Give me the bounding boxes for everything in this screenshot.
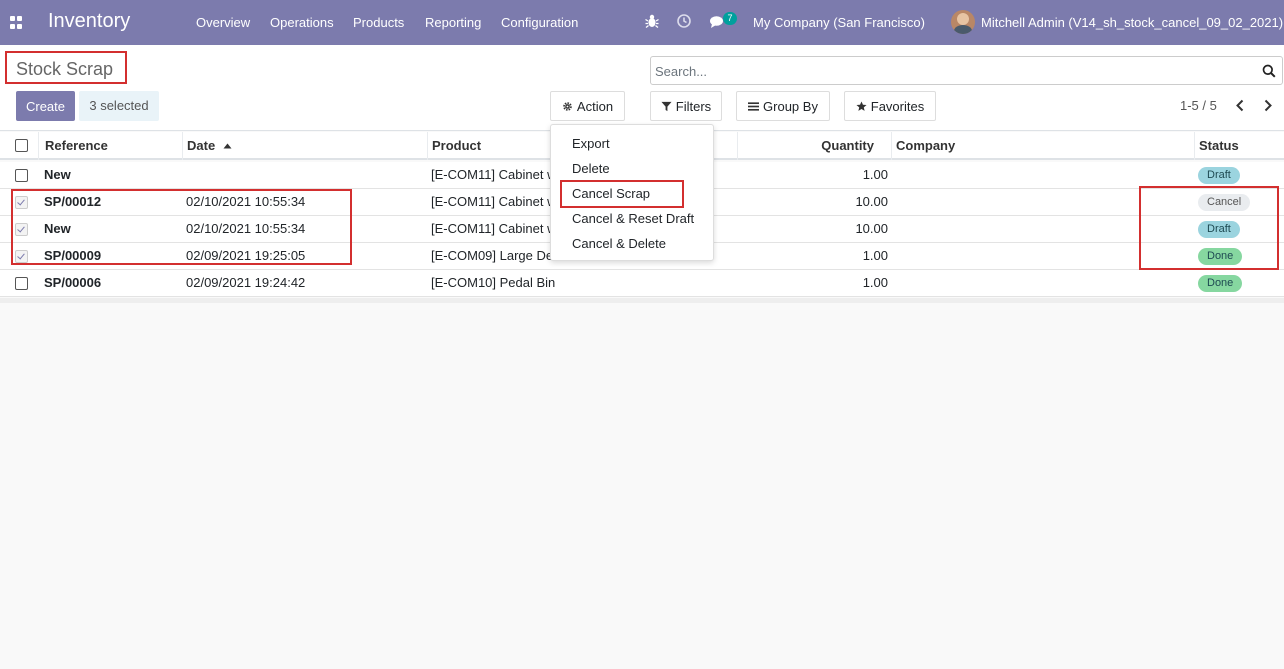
- cell-company: My Company (San Francisco): [895, 167, 1067, 182]
- filters-label: Filters: [675, 98, 712, 114]
- user-menu[interactable]: Mitchell Admin (V14_sh_stock_cancel_09_0…: [981, 15, 1283, 30]
- menu-products[interactable]: Products: [353, 15, 404, 30]
- table-row[interactable]: SP/00006 02/09/2021 19:24:42 [E-COM10] P…: [0, 270, 1284, 297]
- clock-icon[interactable]: [676, 13, 692, 29]
- column-divider: [427, 132, 428, 160]
- selected-count: 3 selected: [79, 91, 159, 121]
- table-footer-strip: [0, 298, 1284, 303]
- menu-operations[interactable]: Operations: [270, 15, 334, 30]
- status-badge: Draft: [1198, 167, 1240, 184]
- column-company[interactable]: Company: [896, 132, 955, 160]
- cell-company: My Company (San Francisco): [895, 221, 1067, 236]
- column-divider: [1194, 132, 1195, 160]
- create-button[interactable]: Create: [16, 91, 75, 121]
- cell-company: My Company (San Francisco): [895, 275, 1067, 290]
- search-input[interactable]: [655, 62, 1245, 80]
- apps-menu-icon[interactable]: [10, 16, 23, 29]
- column-quantity[interactable]: Quantity: [740, 132, 874, 160]
- column-product[interactable]: Product: [432, 132, 481, 160]
- star-icon: [856, 100, 867, 111]
- cell-quantity: 10.00: [855, 194, 888, 209]
- cell-quantity: 10.00: [855, 221, 888, 236]
- chevron-right-icon[interactable]: [1262, 99, 1274, 112]
- cell-product: [E-COM10] Pedal Bin: [431, 275, 556, 290]
- menu-item-cancel-delete[interactable]: Cancel & Delete: [572, 236, 666, 251]
- menu-item-cancel-reset-draft[interactable]: Cancel & Reset Draft: [572, 211, 694, 226]
- column-divider: [891, 132, 892, 160]
- action-button[interactable]: Action: [550, 91, 625, 121]
- chevron-left-icon[interactable]: [1234, 99, 1246, 112]
- menu-item-delete[interactable]: Delete: [572, 161, 610, 176]
- status-highlight-box: [1139, 186, 1279, 270]
- select-all-checkbox[interactable]: [15, 139, 28, 152]
- action-dropdown-menu: Export Delete Cancel Scrap Cancel & Rese…: [550, 124, 714, 261]
- cell-company: My Company (San Francisco): [895, 194, 1067, 209]
- column-date-label: Date: [187, 138, 216, 153]
- search-icon[interactable]: [1262, 64, 1276, 78]
- cell-quantity: 1.00: [862, 167, 888, 182]
- selected-rows-highlight-box: [11, 189, 352, 265]
- filter-icon: [661, 101, 672, 111]
- control-panel: Stock Scrap Create 3 selected Action Fil…: [0, 45, 1284, 131]
- favorites-label: Favorites: [870, 98, 925, 114]
- bars-icon: [748, 101, 760, 111]
- company-switcher[interactable]: My Company (San Francisco): [753, 15, 925, 30]
- pager-value[interactable]: 1-5 / 5: [1180, 98, 1217, 113]
- chat-count-badge: 7: [723, 12, 737, 25]
- menu-overview[interactable]: Overview: [196, 15, 250, 30]
- page-title: Stock Scrap: [16, 59, 114, 79]
- cell-reference: New: [44, 167, 71, 182]
- gear-icon: [563, 101, 572, 111]
- row-checkbox[interactable]: [15, 277, 28, 290]
- column-status[interactable]: Status: [1199, 132, 1239, 160]
- column-divider: [182, 132, 183, 160]
- cell-reference: SP/00006: [44, 275, 102, 290]
- favorites-button[interactable]: Favorites: [844, 91, 936, 121]
- bug-icon[interactable]: [644, 13, 660, 29]
- sort-ascending-icon: [223, 143, 232, 149]
- group-by-label: Group By: [763, 98, 818, 114]
- column-divider: [737, 132, 738, 160]
- group-by-button[interactable]: Group By: [736, 91, 830, 121]
- status-badge: Done: [1198, 275, 1243, 292]
- column-date[interactable]: Date: [187, 132, 232, 160]
- row-checkbox[interactable]: [15, 169, 28, 182]
- cell-quantity: 1.00: [862, 248, 888, 263]
- filters-button[interactable]: Filters: [650, 91, 722, 121]
- cell-date: 02/09/2021 19:24:42: [186, 275, 306, 290]
- user-avatar[interactable]: [951, 10, 975, 34]
- action-label: Action: [576, 98, 614, 114]
- search-bar[interactable]: [650, 56, 1283, 85]
- column-reference[interactable]: Reference: [45, 132, 108, 160]
- menu-reporting[interactable]: Reporting: [425, 15, 481, 30]
- cancel-scrap-highlight-box: [560, 180, 684, 208]
- menu-item-export[interactable]: Export: [572, 136, 610, 151]
- column-divider: [38, 132, 39, 160]
- menu-configuration[interactable]: Configuration: [501, 15, 578, 30]
- top-navbar: Inventory Overview Operations Products R…: [0, 0, 1284, 45]
- app-name[interactable]: Inventory: [48, 10, 130, 33]
- cell-quantity: 1.00: [862, 275, 888, 290]
- cell-company: My Company (San Francisco): [895, 248, 1067, 263]
